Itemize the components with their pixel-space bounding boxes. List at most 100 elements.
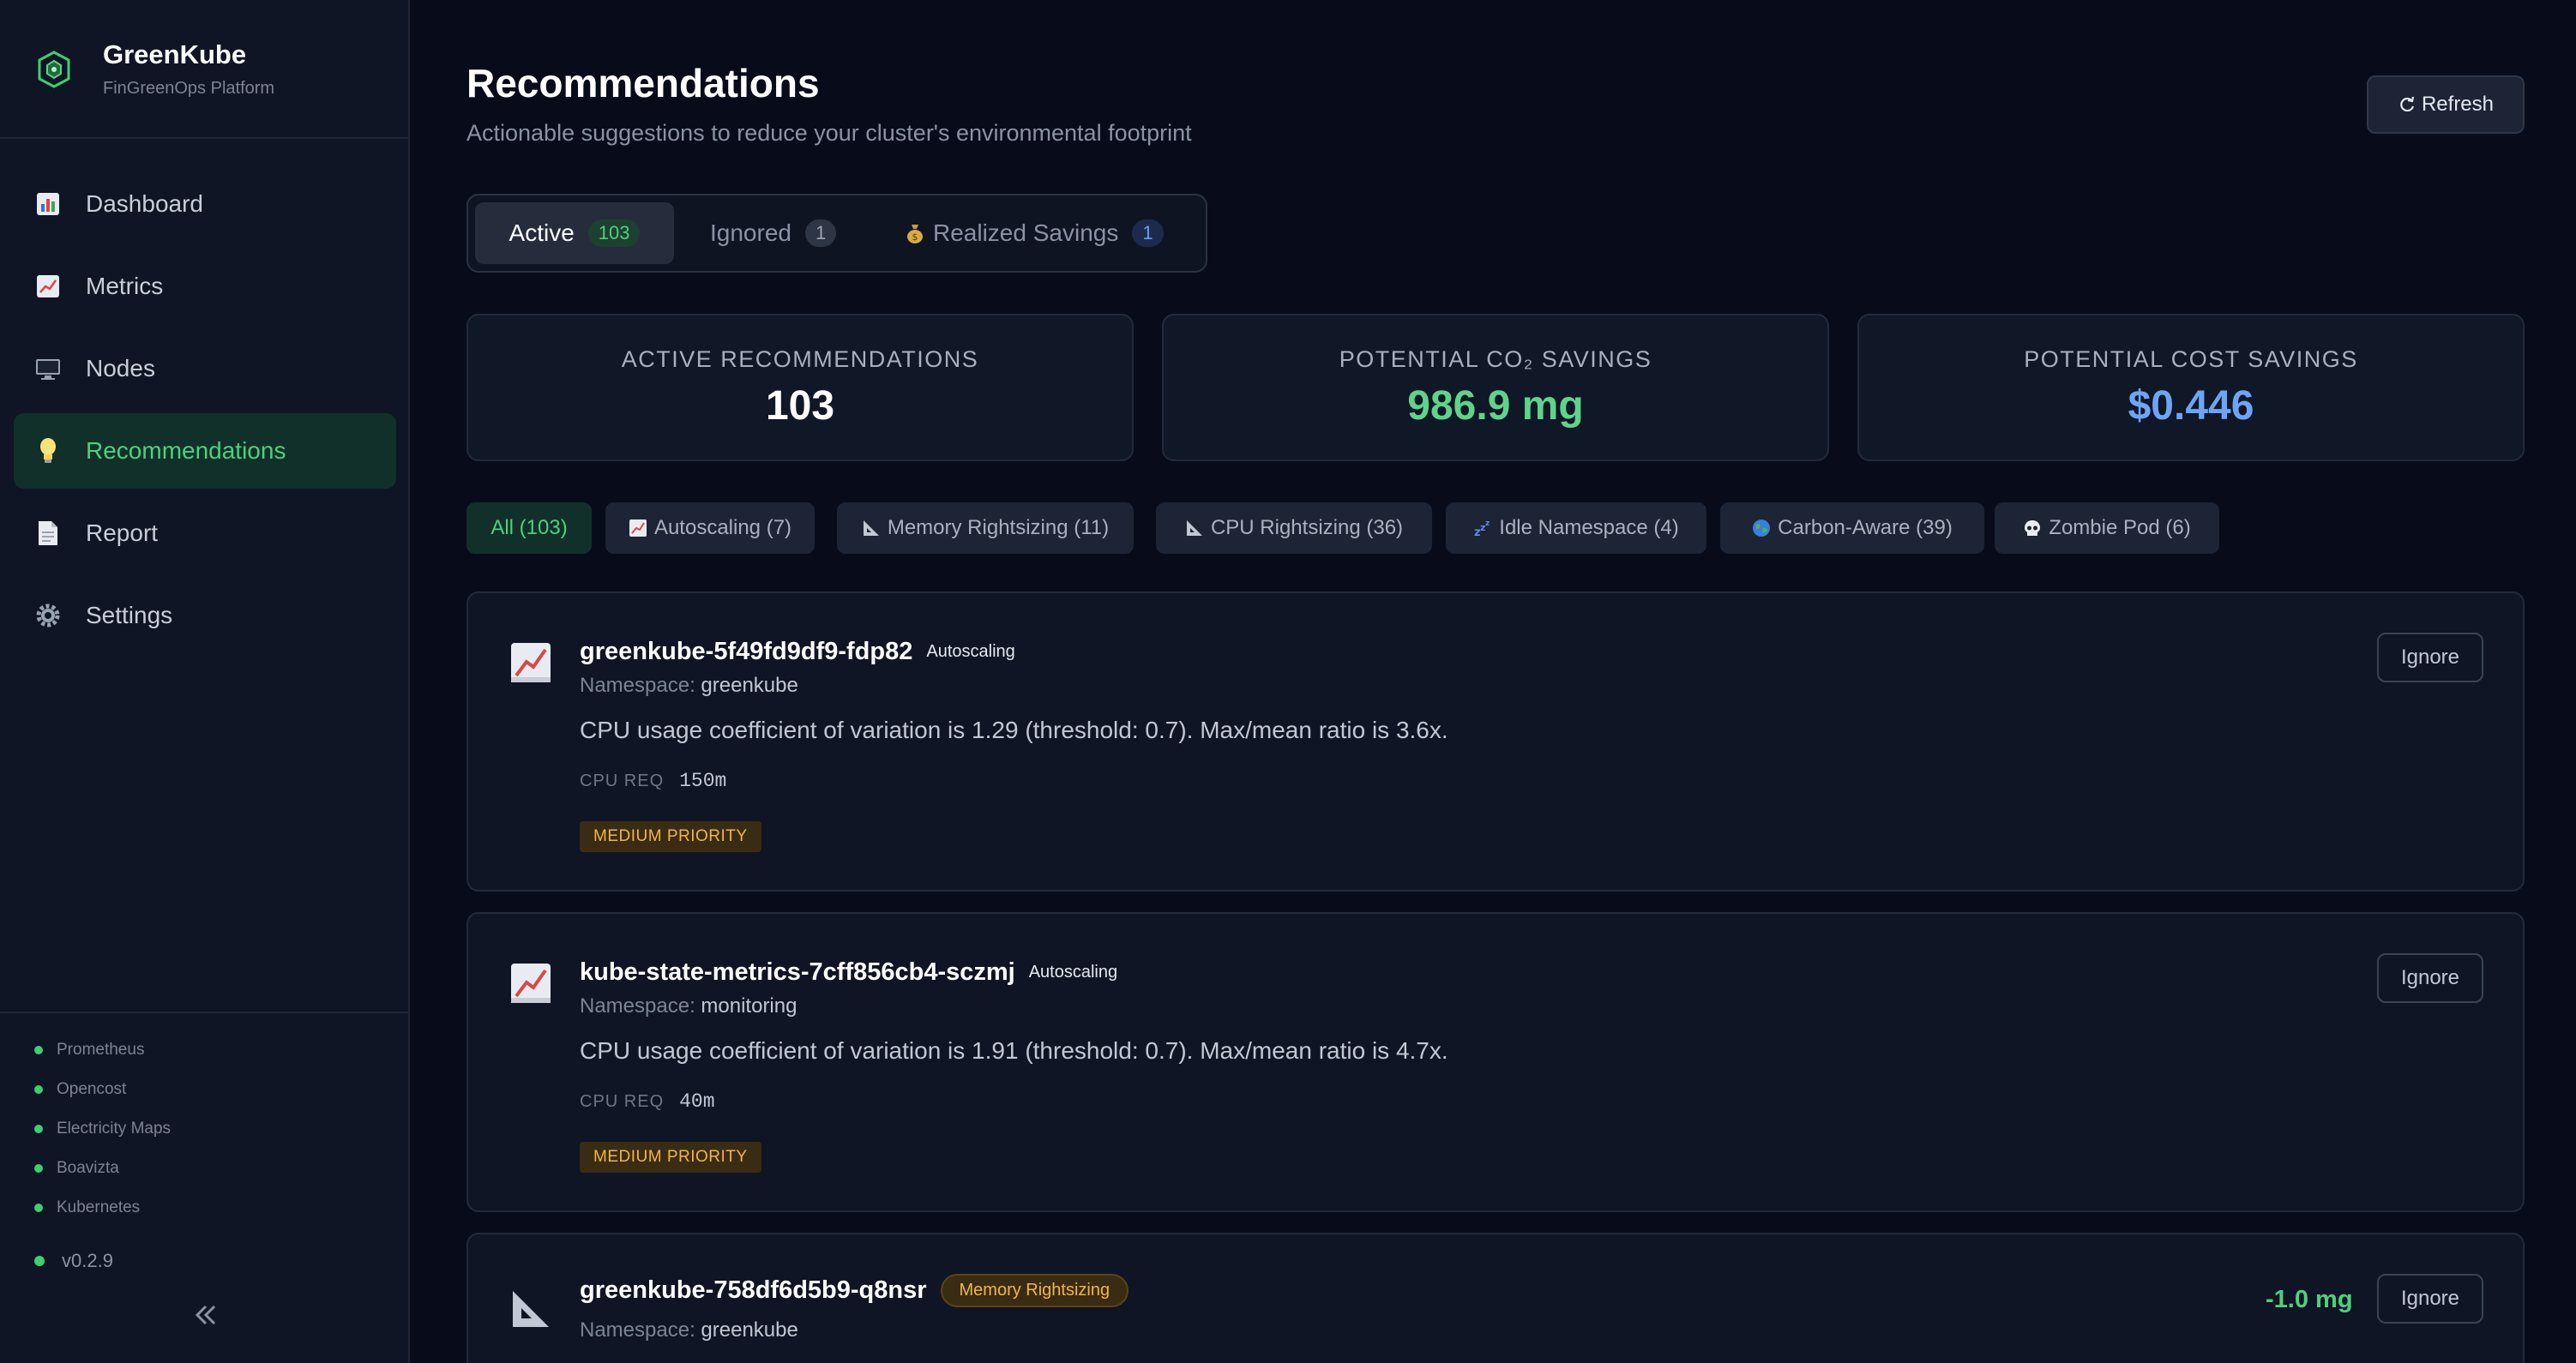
gear-icon xyxy=(31,598,65,633)
namespace-label: Namespace: xyxy=(580,674,695,697)
sidebar-item-label: Nodes xyxy=(86,355,155,381)
chip-label: All (103) xyxy=(491,516,568,539)
status-dot xyxy=(34,1164,43,1173)
filter-all[interactable]: All (103) xyxy=(466,502,592,554)
skull-icon xyxy=(2025,520,2041,536)
page-title: Recommendations xyxy=(466,61,820,105)
integration-label: Boavizta xyxy=(57,1159,119,1177)
sidebar-item-label: Report xyxy=(86,519,159,546)
namespace-label: Namespace: xyxy=(580,1318,695,1342)
filter-autoscaling[interactable]: Autoscaling (7) xyxy=(605,502,815,554)
tab-label: Ignored xyxy=(710,219,791,246)
integration-opencost: Opencost xyxy=(34,1080,126,1099)
sidebar-item-metrics[interactable]: Metrics xyxy=(14,249,396,324)
version-indicator: v0.2.9 xyxy=(34,1250,113,1272)
refresh-button[interactable]: Refresh xyxy=(2367,75,2525,134)
integrations-status xyxy=(0,1012,408,1013)
namespace-value: monitoring xyxy=(701,994,797,1018)
recommendation-card: greenkube-758df6d5b9-q8nsr Memory Rights… xyxy=(466,1233,2525,1363)
integration-label: Kubernetes xyxy=(57,1198,141,1216)
recommendation-card: greenkube-5f49fd9df9-fdp82 Autoscaling N… xyxy=(466,591,2525,892)
sidebar-item-nodes[interactable]: Nodes xyxy=(14,331,396,406)
chip-label: Zombie Pod (6) xyxy=(2049,516,2191,539)
sidebar-item-label: Settings xyxy=(86,602,173,628)
svg-text:$: $ xyxy=(912,231,918,243)
status-dot xyxy=(34,1046,43,1054)
stat-value: $0.446 xyxy=(2128,383,2254,429)
card-title: kube-state-metrics-7cff856cb4-sczmj Auto… xyxy=(580,958,1117,987)
pod-name: greenkube-5f49fd9df9-fdp82 xyxy=(580,638,913,665)
monitor-icon xyxy=(31,351,65,386)
card-title: greenkube-758df6d5b9-q8nsr Memory Rights… xyxy=(580,1274,1129,1307)
brand-subtitle: FinGreenOps Platform xyxy=(103,79,275,98)
stat-value: 986.9 mg xyxy=(1407,383,1584,429)
integration-label: Opencost xyxy=(57,1080,127,1098)
resource-request: CPU REQ 40m xyxy=(580,1090,715,1113)
recommendation-type-tag: Memory Rightsizing xyxy=(940,1274,1129,1307)
chip-label: CPU Rightsizing (36) xyxy=(1210,516,1404,539)
ignore-button[interactable]: Ignore xyxy=(2377,633,2483,682)
chip-label: Carbon-Aware (39) xyxy=(1778,516,1953,539)
sidebar-item-label: Recommendations xyxy=(86,437,286,464)
money-bag-icon: $ xyxy=(907,225,923,243)
triangle-ruler-icon xyxy=(1186,520,1202,536)
chip-label: Idle Namespace (4) xyxy=(1499,516,1679,539)
stat-value: 103 xyxy=(765,383,835,429)
sidebar-item-settings[interactable]: Settings xyxy=(14,578,396,653)
tab-ignored[interactable]: Ignored 1 xyxy=(710,202,837,264)
sidebar-item-dashboard[interactable]: Dashboard xyxy=(14,166,396,242)
card-description: CPU usage coefficient of variation is 1.… xyxy=(580,717,1448,743)
triangle-ruler-icon xyxy=(513,1291,549,1327)
tab-realized-savings[interactable]: $ Realized Savings 1 xyxy=(906,202,1164,264)
status-dot xyxy=(34,1085,43,1094)
priority-badge: MEDIUM PRIORITY xyxy=(580,1142,761,1173)
svg-text:z: z xyxy=(1485,519,1490,528)
tab-active[interactable]: Active 103 xyxy=(475,202,674,264)
recommendation-type-tag: Autoscaling xyxy=(926,642,1015,661)
chip-label: Autoscaling (7) xyxy=(653,516,792,539)
integration-boavizta: Boavizta xyxy=(34,1159,119,1178)
collapse-sidebar-icon[interactable] xyxy=(189,1298,223,1332)
greenkube-logo-icon xyxy=(38,51,70,88)
chart-up-icon xyxy=(511,643,551,682)
filter-carbon-aware[interactable]: Carbon-Aware (39) xyxy=(1720,502,1984,554)
integration-label: Prometheus xyxy=(57,1041,145,1059)
page-subtitle: Actionable suggestions to reduce your cl… xyxy=(466,120,1192,146)
co2-savings-value: -1.0 mg xyxy=(2266,1286,2353,1313)
refresh-icon xyxy=(2400,96,2415,112)
tab-label: Realized Savings xyxy=(933,219,1119,246)
triangle-ruler-icon xyxy=(863,520,879,536)
integration-prometheus: Prometheus xyxy=(34,1041,144,1060)
bar-chart-icon xyxy=(31,187,65,221)
sidebar-item-label: Metrics xyxy=(86,273,164,299)
integration-label: Electricity Maps xyxy=(57,1120,172,1138)
chart-up-icon xyxy=(629,519,647,537)
filter-memory-rightsizing[interactable]: Memory Rightsizing (11) xyxy=(837,502,1134,554)
integration-electricity-maps: Electricity Maps xyxy=(34,1120,171,1138)
namespace: Namespace: monitoring xyxy=(580,994,797,1018)
brand-header: GreenKube FinGreenOps Platform xyxy=(0,0,408,139)
filter-cpu-rightsizing[interactable]: CPU Rightsizing (36) xyxy=(1156,502,1432,554)
namespace-value: greenkube xyxy=(701,1318,798,1342)
app-root: GreenKube FinGreenOps Platform Dashboard… xyxy=(0,0,2576,1363)
stat-card-active-recommendations: ACTIVE RECOMMENDATIONS 103 xyxy=(466,314,1134,461)
lightbulb-icon xyxy=(31,434,65,468)
pod-name: greenkube-758df6d5b9-q8nsr xyxy=(580,1276,927,1304)
brand-name: GreenKube xyxy=(103,39,247,69)
resource-request: CPU REQ 150m xyxy=(580,770,726,792)
sidebar-item-label: Dashboard xyxy=(86,190,203,217)
stat-card-co2-savings: POTENTIAL CO₂ SAVINGS 986.9 mg xyxy=(1162,314,1829,461)
namespace-label: Namespace: xyxy=(580,994,695,1018)
sidebar-item-recommendations[interactable]: Recommendations xyxy=(14,413,396,489)
recommendation-card: kube-state-metrics-7cff856cb4-sczmj Auto… xyxy=(466,912,2525,1212)
ignore-button[interactable]: Ignore xyxy=(2377,953,2483,1003)
chart-up-icon xyxy=(511,964,551,1003)
tab-label: Active xyxy=(509,219,575,246)
sidebar-item-report[interactable]: Report xyxy=(14,495,396,571)
trend-chart-icon xyxy=(31,269,65,303)
filter-zombie-pod[interactable]: Zombie Pod (6) xyxy=(1995,502,2219,554)
ignore-button[interactable]: Ignore xyxy=(2377,1274,2483,1324)
sidebar: GreenKube FinGreenOps Platform Dashboard… xyxy=(0,0,410,1363)
filter-idle-namespace[interactable]: zzz Idle Namespace (4) xyxy=(1446,502,1706,554)
status-dot xyxy=(34,1256,45,1266)
